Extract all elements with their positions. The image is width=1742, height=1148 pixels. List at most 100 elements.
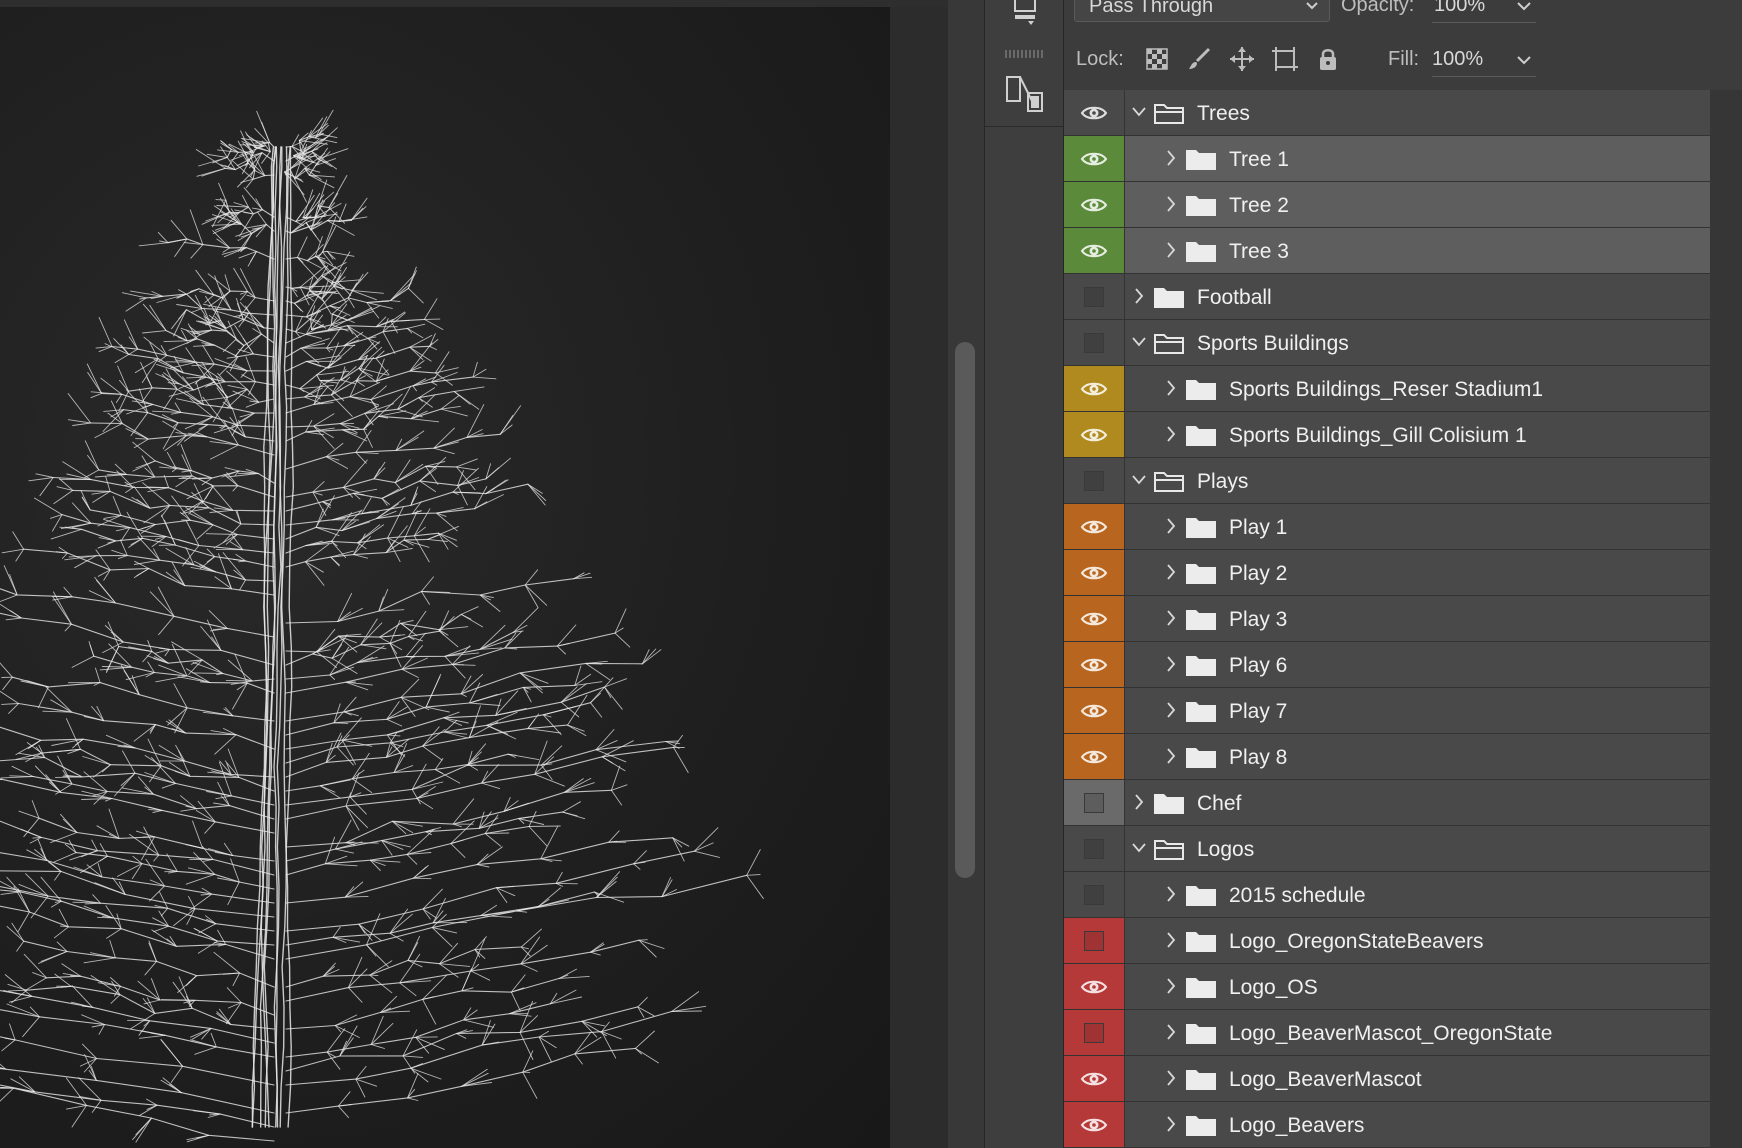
layer-content[interactable]: Tree 2 bbox=[1125, 182, 1710, 227]
chevron-down-icon[interactable] bbox=[1131, 332, 1147, 352]
chevron-right-icon[interactable] bbox=[1163, 1022, 1179, 1042]
layer-row[interactable]: Logo_Beavers bbox=[1064, 1102, 1710, 1148]
layer-row[interactable]: Logo_BeaverMascot_OregonState bbox=[1064, 1010, 1710, 1056]
document-canvas[interactable] bbox=[0, 7, 890, 1148]
layer-row[interactable]: Sports Buildings_Reser Stadium1 bbox=[1064, 366, 1710, 412]
chevron-right-icon[interactable] bbox=[1163, 516, 1179, 536]
layer-content[interactable]: Logo_OregonStateBeavers bbox=[1125, 918, 1710, 963]
chevron-right-icon[interactable] bbox=[1163, 424, 1179, 444]
layer-content[interactable]: Sports Buildings_Gill Colisium 1 bbox=[1125, 412, 1710, 457]
layer-visibility-toggle[interactable] bbox=[1064, 228, 1125, 273]
dock-grip[interactable] bbox=[1005, 50, 1045, 58]
blend-mode-select[interactable]: Pass Through bbox=[1074, 0, 1330, 22]
layer-visibility-toggle[interactable] bbox=[1064, 320, 1125, 365]
layer-row[interactable]: Play 3 bbox=[1064, 596, 1710, 642]
layer-row[interactable]: Logo_OregonStateBeavers bbox=[1064, 918, 1710, 964]
layer-row[interactable]: Logos bbox=[1064, 826, 1710, 872]
layer-visibility-toggle[interactable] bbox=[1064, 1102, 1125, 1147]
layer-row[interactable]: Logo_BeaverMascot bbox=[1064, 1056, 1710, 1102]
chevron-right-icon[interactable] bbox=[1163, 240, 1179, 260]
layer-visibility-toggle[interactable] bbox=[1064, 964, 1125, 1009]
chevron-right-icon[interactable] bbox=[1131, 286, 1147, 306]
layer-row[interactable]: Play 7 bbox=[1064, 688, 1710, 734]
layer-row[interactable]: Logo_OS bbox=[1064, 964, 1710, 1010]
chevron-right-icon[interactable] bbox=[1131, 792, 1147, 812]
chevron-right-icon[interactable] bbox=[1163, 700, 1179, 720]
chevron-right-icon[interactable] bbox=[1163, 976, 1179, 996]
layer-content[interactable]: Football bbox=[1125, 274, 1710, 319]
layer-visibility-toggle[interactable] bbox=[1064, 872, 1125, 917]
layer-visibility-toggle[interactable] bbox=[1064, 366, 1125, 411]
layer-content[interactable]: Logo_BeaverMascot_OregonState bbox=[1125, 1010, 1710, 1055]
layer-content[interactable]: Logo_BeaverMascot bbox=[1125, 1056, 1710, 1101]
libraries-panel-button[interactable] bbox=[1003, 0, 1047, 34]
layer-content[interactable]: Play 8 bbox=[1125, 734, 1710, 779]
layer-visibility-toggle[interactable] bbox=[1064, 596, 1125, 641]
chevron-right-icon[interactable] bbox=[1163, 148, 1179, 168]
properties-panel-button[interactable] bbox=[1003, 70, 1047, 114]
layer-row[interactable]: Football bbox=[1064, 274, 1710, 320]
layer-visibility-toggle[interactable] bbox=[1064, 412, 1125, 457]
layer-visibility-toggle[interactable] bbox=[1064, 550, 1125, 595]
opacity-value[interactable]: 100% bbox=[1434, 0, 1485, 17]
layer-row[interactable]: Play 1 bbox=[1064, 504, 1710, 550]
lock-all-button[interactable] bbox=[1313, 44, 1343, 74]
layer-visibility-toggle[interactable] bbox=[1064, 918, 1125, 963]
fill-value[interactable]: 100% bbox=[1432, 48, 1483, 71]
lock-position-button[interactable] bbox=[1227, 44, 1257, 74]
canvas-area[interactable] bbox=[0, 0, 948, 1148]
chevron-right-icon[interactable] bbox=[1163, 884, 1179, 904]
chevron-right-icon[interactable] bbox=[1163, 654, 1179, 674]
chevron-down-icon[interactable] bbox=[1131, 102, 1147, 122]
layer-visibility-toggle[interactable] bbox=[1064, 1056, 1125, 1101]
layer-content[interactable]: Play 6 bbox=[1125, 642, 1710, 687]
layer-content[interactable]: Sports Buildings bbox=[1125, 320, 1710, 365]
layer-visibility-toggle[interactable] bbox=[1064, 90, 1125, 135]
layer-row[interactable]: Tree 2 bbox=[1064, 182, 1710, 228]
layer-content[interactable]: Chef bbox=[1125, 780, 1710, 825]
chevron-right-icon[interactable] bbox=[1163, 608, 1179, 628]
layer-visibility-toggle[interactable] bbox=[1064, 504, 1125, 549]
layer-content[interactable]: 2015 schedule bbox=[1125, 872, 1710, 917]
chevron-right-icon[interactable] bbox=[1163, 378, 1179, 398]
layer-visibility-toggle[interactable] bbox=[1064, 274, 1125, 319]
layer-row[interactable]: Play 2 bbox=[1064, 550, 1710, 596]
layer-row[interactable]: Sports Buildings bbox=[1064, 320, 1710, 366]
opacity-chevron-icon[interactable] bbox=[1516, 0, 1532, 12]
layer-content[interactable]: Sports Buildings_Reser Stadium1 bbox=[1125, 366, 1710, 411]
layer-content[interactable]: Logo_Beavers bbox=[1125, 1102, 1710, 1147]
layer-content[interactable]: Play 1 bbox=[1125, 504, 1710, 549]
layer-visibility-toggle[interactable] bbox=[1064, 182, 1125, 227]
layer-visibility-toggle[interactable] bbox=[1064, 826, 1125, 871]
lock-transparent-pixels-button[interactable] bbox=[1142, 44, 1172, 74]
chevron-down-icon[interactable] bbox=[1131, 470, 1147, 490]
layer-content[interactable]: Play 7 bbox=[1125, 688, 1710, 733]
layer-content[interactable]: Play 2 bbox=[1125, 550, 1710, 595]
fill-chevron-icon[interactable] bbox=[1516, 54, 1532, 66]
layer-visibility-toggle[interactable] bbox=[1064, 688, 1125, 733]
layer-content[interactable]: Plays bbox=[1125, 458, 1710, 503]
layer-content[interactable]: Logo_OS bbox=[1125, 964, 1710, 1009]
layer-row[interactable]: Plays bbox=[1064, 458, 1710, 504]
layer-content[interactable]: Tree 1 bbox=[1125, 136, 1710, 181]
layer-content[interactable]: Trees bbox=[1125, 90, 1710, 135]
layer-row[interactable]: Trees bbox=[1064, 90, 1710, 136]
layer-row[interactable]: Play 8 bbox=[1064, 734, 1710, 780]
layer-content[interactable]: Logos bbox=[1125, 826, 1710, 871]
layer-row[interactable]: 2015 schedule bbox=[1064, 872, 1710, 918]
chevron-right-icon[interactable] bbox=[1163, 562, 1179, 582]
chevron-right-icon[interactable] bbox=[1163, 1114, 1179, 1134]
layer-visibility-toggle[interactable] bbox=[1064, 1010, 1125, 1055]
lock-artboard-button[interactable] bbox=[1270, 44, 1300, 74]
layer-row[interactable]: Tree 1 bbox=[1064, 136, 1710, 182]
chevron-right-icon[interactable] bbox=[1163, 746, 1179, 766]
chevron-right-icon[interactable] bbox=[1163, 1068, 1179, 1088]
chevron-down-icon[interactable] bbox=[1131, 838, 1147, 858]
layer-row[interactable]: Tree 3 bbox=[1064, 228, 1710, 274]
chevron-right-icon[interactable] bbox=[1163, 194, 1179, 214]
layer-content[interactable]: Play 3 bbox=[1125, 596, 1710, 641]
layer-visibility-toggle[interactable] bbox=[1064, 136, 1125, 181]
layer-visibility-toggle[interactable] bbox=[1064, 642, 1125, 687]
layer-row[interactable]: Play 6 bbox=[1064, 642, 1710, 688]
layer-row[interactable]: Sports Buildings_Gill Colisium 1 bbox=[1064, 412, 1710, 458]
